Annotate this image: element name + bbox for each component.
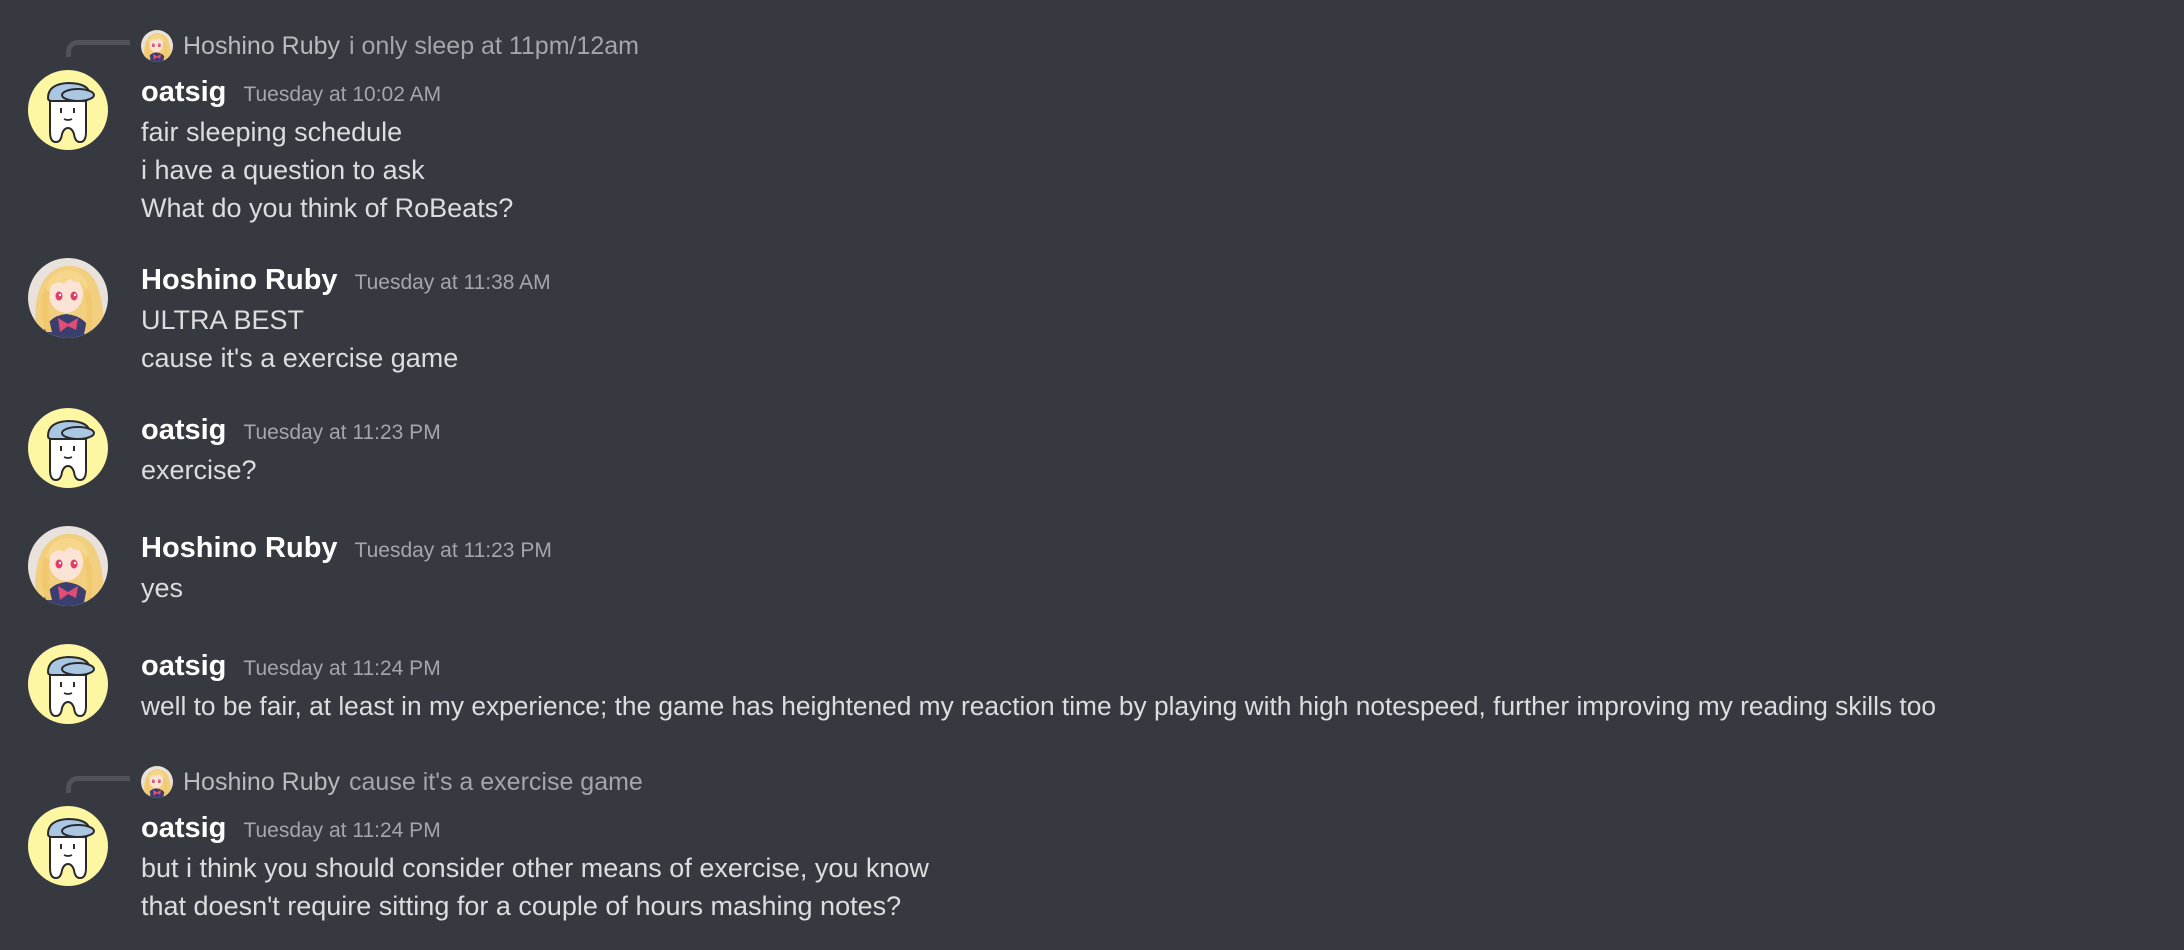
username[interactable]: Hoshino Ruby	[141, 262, 338, 298]
reply-text: i only sleep at 11pm/12am	[349, 32, 640, 60]
message-text: ULTRA BEST	[141, 305, 305, 335]
username[interactable]: oatsig	[141, 74, 226, 110]
reply-avatar	[141, 766, 173, 798]
avatar[interactable]	[28, 258, 108, 338]
message-header: Hoshino Ruby Tuesday at 11:38 AM	[141, 262, 551, 298]
username[interactable]: oatsig	[141, 412, 226, 448]
avatar[interactable]	[28, 644, 108, 724]
avatar[interactable]	[28, 70, 108, 150]
message-text: i have a question to ask	[141, 155, 425, 185]
message-header: oatsig Tuesday at 11:24 PM	[141, 648, 441, 684]
reply-spine	[66, 40, 130, 57]
anime-girl-avatar-icon	[141, 766, 173, 798]
tooth-avatar-icon	[28, 806, 108, 886]
avatar[interactable]	[28, 806, 108, 886]
username[interactable]: oatsig	[141, 810, 226, 846]
reply-spine	[66, 776, 130, 793]
chat-messages: Hoshino Ruby i only sleep at 11pm/12am o…	[0, 0, 2184, 950]
username[interactable]: oatsig	[141, 648, 226, 684]
timestamp: Tuesday at 11:24 PM	[243, 819, 441, 842]
message-text: yes	[141, 573, 184, 603]
message-text: exercise?	[141, 455, 257, 485]
message-header: oatsig Tuesday at 10:02 AM	[141, 74, 441, 110]
message-text: but i think you should consider other me…	[141, 853, 929, 883]
avatar[interactable]	[28, 408, 108, 488]
anime-girl-avatar-icon	[141, 30, 173, 62]
message-header: Hoshino Ruby Tuesday at 11:23 PM	[141, 530, 552, 566]
timestamp: Tuesday at 10:02 AM	[243, 83, 442, 106]
tooth-avatar-icon	[28, 644, 108, 724]
timestamp: Tuesday at 11:23 PM	[243, 421, 441, 444]
reply-preview[interactable]: Hoshino Ruby i only sleep at 11pm/12am	[141, 34, 639, 58]
message-text: cause it's a exercise game	[141, 343, 459, 373]
tooth-avatar-icon	[28, 70, 108, 150]
message-text: that doesn't require sitting for a coupl…	[141, 891, 902, 921]
message-header: oatsig Tuesday at 11:23 PM	[141, 412, 441, 448]
reply-preview[interactable]: Hoshino Ruby cause it's a exercise game	[141, 770, 643, 794]
reply-author[interactable]: Hoshino Ruby	[183, 767, 340, 797]
reply-avatar	[141, 30, 173, 62]
anime-girl-avatar-icon	[28, 258, 108, 338]
message-header: oatsig Tuesday at 11:24 PM	[141, 810, 441, 846]
timestamp: Tuesday at 11:23 PM	[354, 539, 552, 562]
message-text: well to be fair, at least in my experien…	[141, 691, 1936, 721]
anime-girl-avatar-icon	[28, 526, 108, 606]
avatar[interactable]	[28, 526, 108, 606]
reply-text: cause it's a exercise game	[349, 768, 643, 796]
message-text: What do you think of RoBeats?	[141, 193, 514, 223]
timestamp: Tuesday at 11:38 AM	[354, 271, 551, 294]
tooth-avatar-icon	[28, 408, 108, 488]
username[interactable]: Hoshino Ruby	[141, 530, 338, 566]
timestamp: Tuesday at 11:24 PM	[243, 657, 441, 680]
message-text: fair sleeping schedule	[141, 117, 403, 147]
reply-author[interactable]: Hoshino Ruby	[183, 31, 340, 61]
